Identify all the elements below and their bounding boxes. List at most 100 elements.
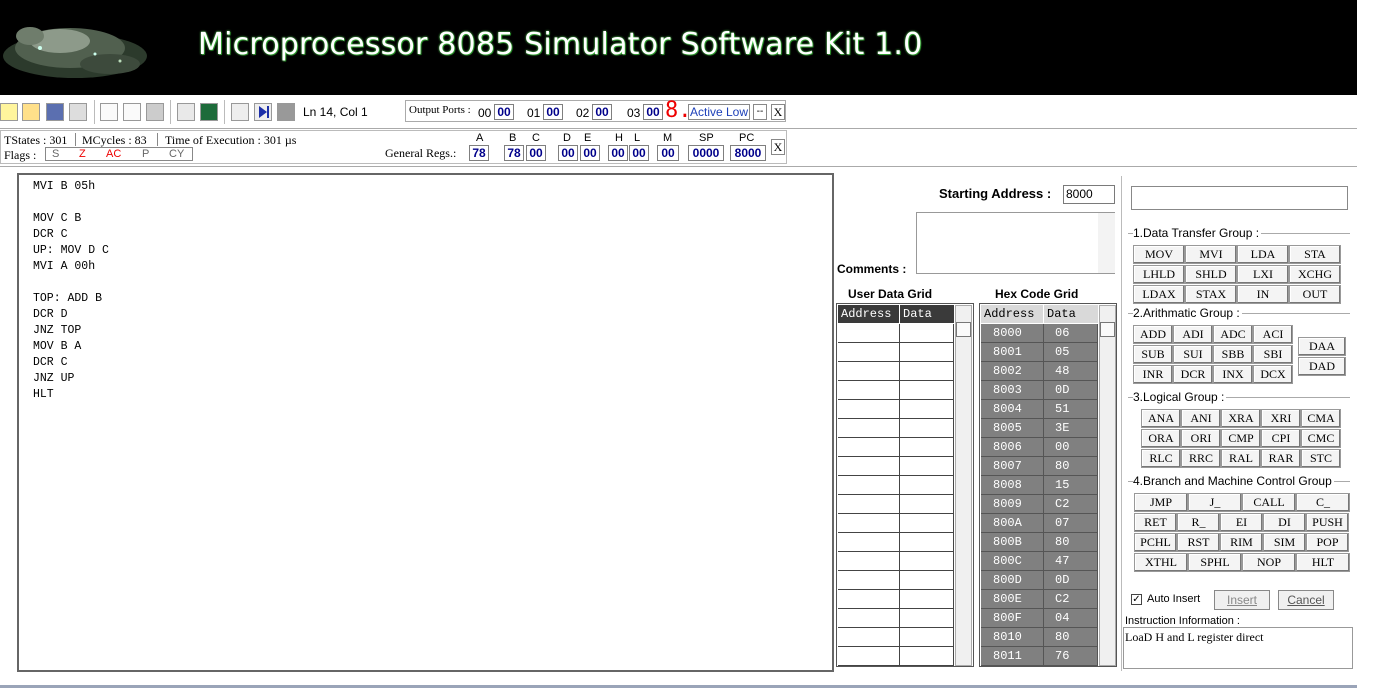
instr-button-push[interactable]: PUSH <box>1306 513 1349 532</box>
instr-button-c-x[interactable]: C_ <box>1296 493 1350 512</box>
instr-button-xra[interactable]: XRA <box>1221 409 1261 428</box>
user-grid-cell-data[interactable] <box>900 381 954 400</box>
instr-button-cma[interactable]: CMA <box>1301 409 1341 428</box>
insert-button[interactable]: Insert <box>1214 590 1270 610</box>
instr-button-adi[interactable]: ADI <box>1173 325 1213 344</box>
user-grid-cell-address[interactable] <box>838 533 900 552</box>
user-grid-cell-data[interactable] <box>900 590 954 609</box>
user-grid-cell-address[interactable] <box>838 476 900 495</box>
instr-button-lda[interactable]: LDA <box>1237 245 1289 264</box>
user-grid-cell-data[interactable] <box>900 533 954 552</box>
user-grid-cell-address[interactable] <box>838 514 900 533</box>
instr-button-in[interactable]: IN <box>1237 285 1289 304</box>
instr-button-lhld[interactable]: LHLD <box>1133 265 1185 284</box>
instr-button-hlt[interactable]: HLT <box>1296 553 1350 572</box>
user-grid-cell-data[interactable] <box>900 362 954 381</box>
instr-button-ori[interactable]: ORI <box>1181 429 1221 448</box>
instr-button-lxi[interactable]: LXI <box>1237 265 1289 284</box>
print-icon[interactable] <box>69 103 87 121</box>
instr-button-sim[interactable]: SIM <box>1263 533 1306 552</box>
instr-button-ret[interactable]: RET <box>1134 513 1177 532</box>
instr-button-cmc[interactable]: CMC <box>1301 429 1341 448</box>
instr-button-sui[interactable]: SUI <box>1173 345 1213 364</box>
user-grid-cell-data[interactable] <box>900 457 954 476</box>
copy-icon[interactable] <box>123 103 141 121</box>
instr-button-out[interactable]: OUT <box>1289 285 1341 304</box>
instr-button-inr[interactable]: INR <box>1133 365 1173 384</box>
user-grid-cell-data[interactable] <box>900 400 954 419</box>
instr-button-cmp[interactable]: CMP <box>1221 429 1261 448</box>
instruction-input[interactable] <box>1131 186 1348 210</box>
cancel-button[interactable]: Cancel <box>1278 590 1334 610</box>
assemble-icon[interactable] <box>177 103 195 121</box>
paste-icon[interactable] <box>146 103 164 121</box>
instr-button-ldax[interactable]: LDAX <box>1133 285 1185 304</box>
user-grid-cell-data[interactable] <box>900 476 954 495</box>
user-grid-cell-data[interactable] <box>900 571 954 590</box>
starting-address-input[interactable]: 8000 <box>1063 185 1115 204</box>
user-grid-cell-address[interactable] <box>838 495 900 514</box>
instr-button-call[interactable]: CALL <box>1242 493 1296 512</box>
instr-button-pchl[interactable]: PCHL <box>1134 533 1177 552</box>
user-grid-cell-data[interactable] <box>900 419 954 438</box>
user-grid-scroll-thumb[interactable] <box>956 322 971 337</box>
instr-button-shld[interactable]: SHLD <box>1185 265 1237 284</box>
user-grid-cell-address[interactable] <box>838 647 900 666</box>
instr-button-mvi[interactable]: MVI <box>1185 245 1237 264</box>
instr-button-rlc[interactable]: RLC <box>1141 449 1181 468</box>
user-grid-cell-address[interactable] <box>838 457 900 476</box>
user-grid-cell-address[interactable] <box>838 324 900 343</box>
user-grid-cell-data[interactable] <box>900 343 954 362</box>
instr-button-xri[interactable]: XRI <box>1261 409 1301 428</box>
user-grid-cell-data[interactable] <box>900 495 954 514</box>
cut-icon[interactable] <box>100 103 118 121</box>
instr-button-rar[interactable]: RAR <box>1261 449 1301 468</box>
comments-textarea[interactable] <box>916 212 1115 274</box>
close-ports-button[interactable]: X <box>771 104 785 120</box>
user-grid-cell-data[interactable] <box>900 647 954 666</box>
instr-button-cpi[interactable]: CPI <box>1261 429 1301 448</box>
instr-button-dcx[interactable]: DCX <box>1253 365 1293 384</box>
instr-button-jmp[interactable]: JMP <box>1134 493 1188 512</box>
instr-button-pop[interactable]: POP <box>1306 533 1349 552</box>
instr-button-ani[interactable]: ANI <box>1181 409 1221 428</box>
open-folder-icon[interactable] <box>22 103 40 121</box>
instr-button-di[interactable]: DI <box>1263 513 1306 532</box>
user-grid-cell-address[interactable] <box>838 381 900 400</box>
instr-button-dcr[interactable]: DCR <box>1173 365 1213 384</box>
user-grid-cell-address[interactable] <box>838 419 900 438</box>
user-grid-cell-data[interactable] <box>900 552 954 571</box>
instr-button-stax[interactable]: STAX <box>1185 285 1237 304</box>
new-file-icon[interactable] <box>0 103 18 121</box>
user-grid-cell-address[interactable] <box>838 609 900 628</box>
run-icon[interactable] <box>254 103 272 121</box>
instr-button-ei[interactable]: EI <box>1220 513 1263 532</box>
minimize-ports-button[interactable]: -- <box>753 104 767 120</box>
instr-button-rrc[interactable]: RRC <box>1181 449 1221 468</box>
memory-view-icon[interactable] <box>200 103 218 121</box>
close-regs-button[interactable]: X <box>771 139 785 155</box>
user-grid-cell-address[interactable] <box>838 343 900 362</box>
save-icon[interactable] <box>46 103 64 121</box>
instr-button-mov[interactable]: MOV <box>1133 245 1185 264</box>
instr-button-ral[interactable]: RAL <box>1221 449 1261 468</box>
user-grid-cell-address[interactable] <box>838 552 900 571</box>
user-grid-cell-data[interactable] <box>900 609 954 628</box>
auto-insert-checkbox[interactable]: ✓ <box>1131 594 1142 605</box>
user-grid-cell-address[interactable] <box>838 571 900 590</box>
instr-button-j-x[interactable]: J_ <box>1188 493 1242 512</box>
user-grid-cell-address[interactable] <box>838 628 900 647</box>
user-grid-cell-address[interactable] <box>838 438 900 457</box>
comments-scrollbar[interactable] <box>1098 213 1115 273</box>
instr-button-rst[interactable]: RST <box>1177 533 1220 552</box>
code-text[interactable]: MVI B 05h MOV C B DCR C UP: MOV D C MVI … <box>33 179 109 403</box>
hex-grid-scroll-thumb[interactable] <box>1100 322 1115 337</box>
instr-button-stc[interactable]: STC <box>1301 449 1341 468</box>
instr-button-ana[interactable]: ANA <box>1141 409 1181 428</box>
user-grid-cell-address[interactable] <box>838 362 900 381</box>
step-icon[interactable] <box>231 103 249 121</box>
instr-button-ora[interactable]: ORA <box>1141 429 1181 448</box>
instr-button-dad[interactable]: DAD <box>1298 357 1346 376</box>
user-grid-cell-data[interactable] <box>900 324 954 343</box>
user-grid-scrollbar[interactable] <box>955 305 972 666</box>
